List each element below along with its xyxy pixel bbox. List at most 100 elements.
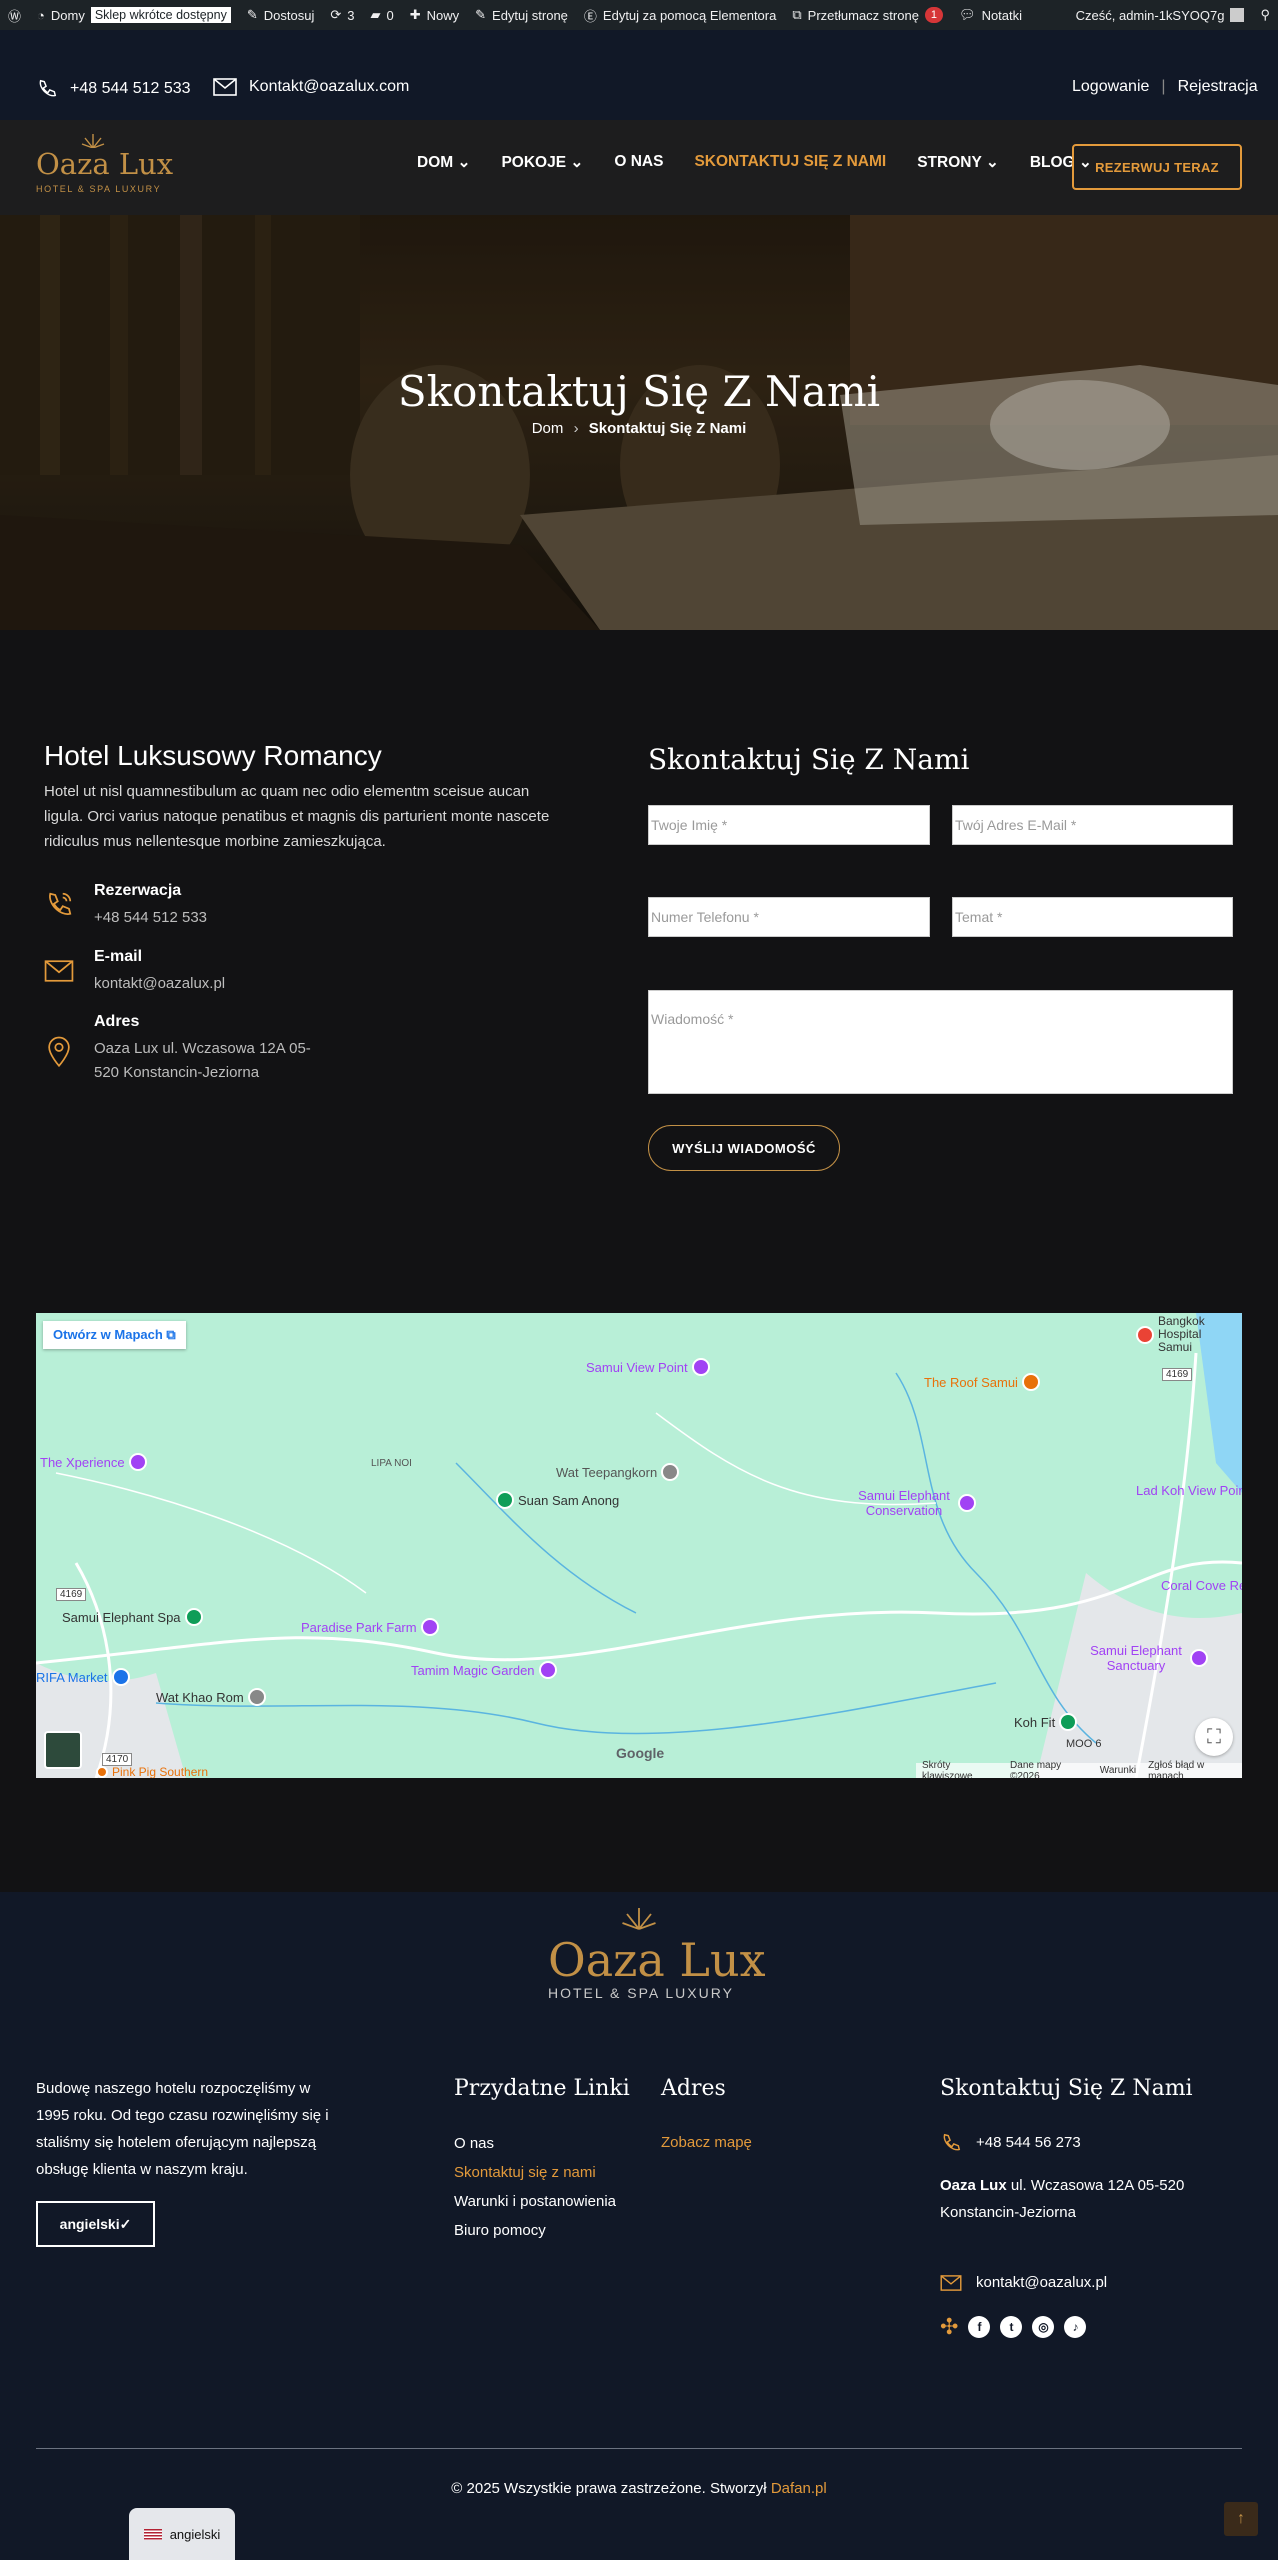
email-input[interactable]: Twój Adres E-Mail *: [952, 805, 1233, 845]
map-data-label: Dane mapy ©2026: [1010, 1759, 1062, 1779]
reservation-phone[interactable]: +48 544 512 533: [94, 906, 207, 930]
road-label: 4169: [1162, 1368, 1193, 1381]
map-place[interactable]: Bangkok Hospital Samui: [1136, 1315, 1218, 1354]
keyboard-shortcuts-link[interactable]: Skróty klawiszowe: [922, 1760, 998, 1779]
info-email[interactable]: kontakt@oazalux.pl: [94, 972, 225, 996]
credit-link[interactable]: Dafan.pl: [771, 2480, 827, 2497]
share-icon: ✣: [940, 2314, 959, 2339]
scroll-top-button[interactable]: ↑: [1224, 2502, 1258, 2536]
google-logo: Google: [616, 1745, 665, 1761]
map-place[interactable]: Wat Teepangkorn: [556, 1463, 680, 1481]
separator: |: [1161, 78, 1166, 95]
copyright: © 2025 Wszystkie prawa zastrzeżone. Stwo…: [451, 2480, 827, 2497]
fullscreen-icon[interactable]: ⛶: [1195, 1718, 1233, 1756]
site-home-link[interactable]: ◔ Domy Sklep wkrótce dostępny: [29, 0, 239, 30]
message-textarea[interactable]: Wiadomość *: [648, 990, 1233, 1094]
notes-link[interactable]: 💬︎ Notatki: [951, 0, 1030, 30]
book-now-button[interactable]: REZERWUJ TERAZ: [1072, 144, 1242, 190]
breadcrumb-home[interactable]: Dom: [532, 420, 564, 437]
menu-item-pokoje[interactable]: POKOJE ⌄: [501, 153, 583, 172]
phone-input[interactable]: Numer Telefonu *: [648, 897, 930, 937]
links-title: Przydatne Linki: [454, 2076, 630, 2101]
name-input[interactable]: Twoje Imię *: [648, 805, 930, 845]
map-place[interactable]: The Xperience: [40, 1453, 147, 1471]
footer-email[interactable]: kontakt@oazalux.pl: [940, 2269, 1107, 2296]
account-menu[interactable]: Cześć, admin-1kSYOQ7g: [1068, 0, 1253, 30]
footer-logo[interactable]: Oaza Lux HOTEL & SPA LUXURY: [548, 1904, 766, 2001]
footer-link-help[interactable]: Biuro pomocy: [454, 2216, 616, 2245]
menu-item-contact[interactable]: SKONTAKTUJ SIĘ Z NAMI: [694, 153, 886, 172]
phone-icon: [49, 892, 72, 915]
report-error-link[interactable]: Zgłoś błąd w mapach: [1148, 1760, 1236, 1779]
footer-link-contact[interactable]: Skontaktuj się z nami: [454, 2158, 616, 2187]
reservation-info: Rezerwacja +48 544 512 533: [44, 882, 207, 930]
chevron-right-icon: ›: [573, 420, 579, 437]
satellite-toggle[interactable]: [44, 1731, 82, 1769]
new-content-link[interactable]: ✚ Nowy: [402, 0, 467, 30]
comments-link[interactable]: ▰ 0: [362, 0, 401, 30]
instagram-icon[interactable]: ◎: [1032, 2316, 1055, 2338]
main-navigation: Oaza Lux HOTEL & SPA LUXURY DOM ⌄ POKOJE…: [0, 120, 1278, 215]
breadcrumb: Dom › Skontaktuj Się Z Nami: [0, 420, 1278, 437]
footer-contact-title: Skontaktuj Się Z Nami: [940, 2076, 1193, 2101]
palm-leaf-icon: [81, 134, 105, 148]
topbar-phone[interactable]: +48 544 512 533: [36, 78, 191, 100]
view-map-link[interactable]: Zobacz mapę: [661, 2129, 752, 2156]
menu-item-strony[interactable]: STRONY ⌄: [917, 153, 999, 172]
menu-item-o-nas[interactable]: O NAS: [614, 153, 663, 172]
subject-input[interactable]: Temat *: [952, 897, 1233, 937]
topbar-email[interactable]: Kontakt@oazalux.com: [213, 78, 409, 96]
translate-page-link[interactable]: ⧉ Przetłumacz stronę 1: [784, 0, 951, 30]
arrow-up-icon: ↑: [1237, 2510, 1245, 2527]
updates-icon: ⟳: [330, 7, 342, 22]
map-place[interactable]: Suan Sam Anong: [496, 1491, 619, 1509]
menu-item-dom[interactable]: DOM ⌄: [417, 153, 470, 172]
footer-phone[interactable]: +48 544 56 273: [940, 2129, 1081, 2156]
send-message-button[interactable]: WYŚLIJ WIADOMOŚĆ: [648, 1125, 840, 1171]
map-place[interactable]: Koh Fit: [1014, 1713, 1078, 1731]
login-link[interactable]: Logowanie: [1072, 78, 1149, 96]
map-place[interactable]: Wat Khao Rom: [156, 1688, 266, 1706]
edit-page-link[interactable]: ✎ Edytuj stronę: [467, 0, 576, 30]
map-place[interactable]: RIFA Market: [36, 1668, 130, 1686]
social-links: ✣ f t ◎ ♪: [940, 2314, 1087, 2340]
open-in-maps-link[interactable]: Otwórz w Mapach ⧉: [43, 1321, 186, 1349]
embedded-map[interactable]: Otwórz w Mapach ⧉ Samui View Point The R…: [36, 1313, 1242, 1778]
register-link[interactable]: Rejestracja: [1178, 78, 1258, 96]
location-pin-icon: [48, 1036, 70, 1067]
map-place[interactable]: Lad Koh View Point: [1136, 1483, 1242, 1498]
footer-link-terms[interactable]: Warunki i postanowienia: [454, 2187, 616, 2216]
wordpress-logo[interactable]: Ⓦ: [0, 0, 29, 30]
customize-link[interactable]: ✎ Dostosuj: [239, 0, 322, 30]
map-place[interactable]: Samui View Point: [586, 1358, 710, 1376]
comment-icon: ▰: [370, 7, 381, 22]
map-place[interactable]: Paradise Park Farm: [301, 1618, 439, 1636]
map-place[interactable]: Samui Elephant Conservation: [854, 1488, 984, 1518]
language-button[interactable]: angielski ✓: [36, 2201, 155, 2247]
facebook-icon[interactable]: f: [968, 2316, 991, 2338]
elementor-edit-link[interactable]: Ⓔ Edytuj za pomocą Elementora: [576, 0, 784, 30]
wp-admin-bar: Ⓦ ◔ Domy Sklep wkrótce dostępny ✎ Dostosuj …: [0, 0, 1278, 30]
language-switcher[interactable]: angielski: [129, 2508, 235, 2560]
twitter-icon[interactable]: t: [1000, 2316, 1023, 2338]
envelope-icon: [44, 960, 74, 982]
map-place[interactable]: Pink Pig Southern: [96, 1765, 208, 1778]
map-place[interactable]: Samui Elephant Sanctuary: [1086, 1643, 1226, 1673]
map-place[interactable]: The Roof Samui: [924, 1373, 1040, 1391]
page-hero: Skontaktuj Się Z Nami Dom › Skontaktuj S…: [0, 215, 1278, 630]
map-place[interactable]: Tamim Magic Garden: [411, 1661, 557, 1679]
brush-icon: ✎: [246, 7, 258, 22]
map-place[interactable]: Samui Elephant Spa: [62, 1608, 203, 1626]
check-icon: ✓: [119, 2215, 132, 2232]
footer-about: Budowę naszego hotelu rozpoczęliśmy w 19…: [36, 2080, 329, 2178]
address-info: Adres Oaza Lux ul. Wczasowa 12A 05- 520 Ko…: [44, 1013, 311, 1085]
map-place[interactable]: Coral Cove Re: [1161, 1578, 1242, 1593]
map-terms-link[interactable]: Warunki: [1100, 1765, 1136, 1776]
speech-bubble-icon: 💬︎: [959, 7, 976, 22]
updates-link[interactable]: ⟳ 3: [322, 0, 362, 30]
footer-link-about[interactable]: O nas: [454, 2129, 616, 2158]
form-title: Skontaktuj Się Z Nami: [648, 743, 970, 776]
tiktok-icon[interactable]: ♪: [1064, 2316, 1087, 2338]
shop-notice: Sklep wkrótce dostępny: [90, 7, 231, 23]
admin-search-button[interactable]: ⚲: [1252, 0, 1278, 30]
